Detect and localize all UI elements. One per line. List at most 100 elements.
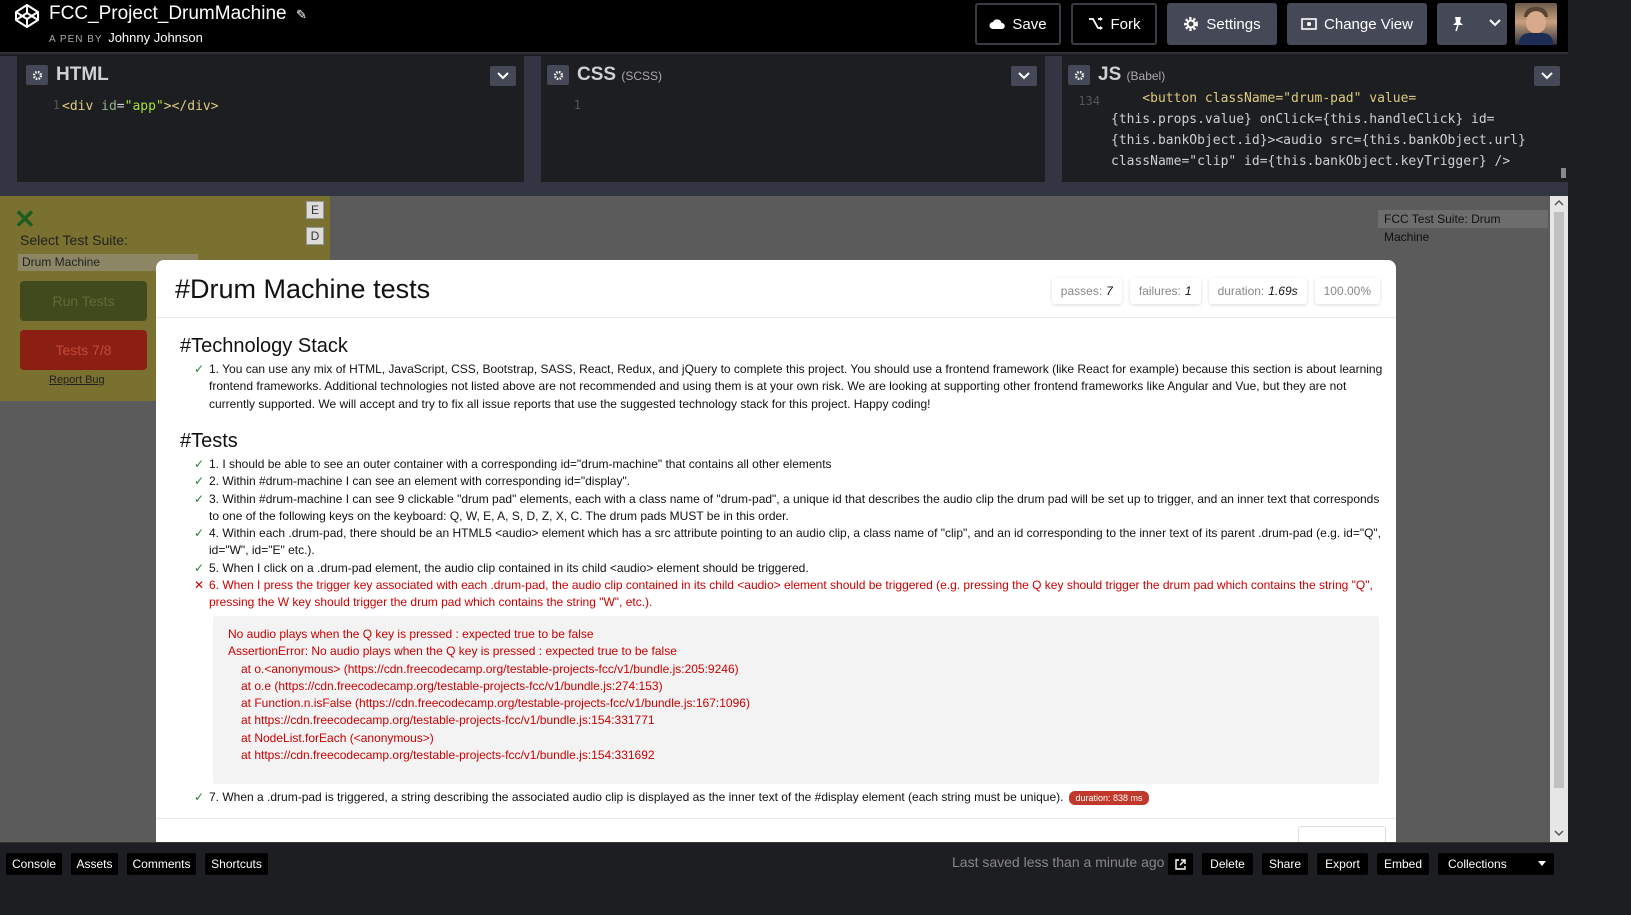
js-code-area[interactable]: 134 <button className="drum-pad" value= {… [1062,91,1568,178]
js-code-line: {this.bankObject.id}><audio src={this.ba… [1111,133,1526,148]
html-collapse-chevron-icon[interactable] [490,66,516,86]
failures-stat[interactable]: failures: 1 [1130,278,1201,304]
preview-resize-bar[interactable] [0,182,1568,196]
fail-x-icon: ✕ [194,578,205,592]
last-saved-status: Last saved less than a minute ago [952,854,1165,870]
css-line-number: 1 [573,98,581,112]
edit-pencil-icon[interactable]: ✎ [296,7,307,23]
drum-pad[interactable]: D [306,227,324,245]
stack-line: at o.e (https://cdn.freecodecamp.org/tes… [241,678,663,693]
js-editor: JS (Babel) 134 <button className="drum-p… [1062,60,1568,180]
test-item[interactable]: ✓ 1. I should be able to see an outer con… [194,456,1384,473]
js-code-line: {this.props.value} onClick={this.handleC… [1111,112,1495,127]
codepen-logo-icon[interactable] [14,3,40,29]
comments-button[interactable]: Comments [127,853,196,875]
chevron-down-icon [1538,861,1546,866]
shortcuts-button[interactable]: Shortcuts [205,853,268,875]
error-message: No audio plays when the Q key is pressed… [228,627,594,641]
report-bug-link[interactable]: Report Bug [49,374,105,386]
html-line-number: 1 [52,98,60,112]
gear-icon [1184,17,1199,31]
pass-check-icon: ✓ [194,492,205,506]
js-line-number: 134 [1078,94,1100,108]
test-item[interactable]: ✓ 4. Within each .drum-pad, there should … [194,525,1384,560]
css-label: CSS (SCSS) [577,64,663,85]
js-collapse-chevron-icon[interactable] [1534,66,1560,86]
html-code-line: <div id="app"></div> [62,99,219,114]
close-panel-icon[interactable]: ✕ [14,204,36,235]
test-item[interactable]: ✓ 5. When I click on a .drum-pad element,… [194,560,1384,577]
settings-button[interactable]: Settings [1167,3,1277,45]
html-code-area[interactable]: 1 <div id="app"></div> [20,92,524,178]
test-item[interactable]: ✓ 7. When a .drum-pad is triggered, a str… [194,789,1384,806]
tests-result-button[interactable]: Tests 7/8 [20,330,147,370]
tests-heading[interactable]: #Tests [180,430,238,453]
html-settings-gear-icon[interactable] [26,65,48,85]
passes-stat[interactable]: passes: 7 [1052,278,1122,304]
editor-resize-handle[interactable] [524,56,541,182]
console-button[interactable]: Console [6,853,62,875]
duration-badge: duration: 838 ms [1069,791,1149,805]
html-editor: HTML 1 <div id="app"></div> [20,60,524,180]
scroll-up-arrow-icon[interactable] [1554,199,1564,207]
collections-dropdown[interactable]: Collections [1438,853,1554,875]
css-collapse-chevron-icon[interactable] [1011,66,1037,86]
fork-button[interactable]: Fork [1071,3,1157,45]
scroll-down-arrow-icon[interactable] [1554,829,1564,837]
mocha-bottom-divider [156,818,1396,819]
save-label: Save [1012,15,1047,33]
scroll-thumb[interactable] [1554,212,1564,788]
save-button[interactable]: Save [975,3,1061,45]
run-tests-button[interactable]: Run Tests [20,281,147,321]
mocha-report-modal: #Drum Machine tests passes: 7 failures: 1 … [156,260,1396,842]
external-link-icon [1175,858,1186,870]
fcc-suite-badge[interactable]: FCC Test Suite: Drum Machine [1378,210,1548,244]
js-scrollbar[interactable] [1561,168,1566,178]
pass-check-icon: ✓ [194,474,205,488]
editor-resize-handle[interactable] [1045,56,1062,182]
css-settings-gear-icon[interactable] [547,65,569,85]
stack-line: at Function.n.isFalse (https://cdn.freec… [241,696,750,711]
change-view-button[interactable]: Change View [1287,3,1427,45]
pass-check-icon: ✓ [194,790,205,804]
js-settings-gear-icon[interactable] [1068,65,1090,85]
embed-button[interactable]: Embed [1377,853,1429,875]
editor-resize-handle[interactable] [0,56,17,182]
fork-icon [1088,17,1103,30]
change-view-label: Change View [1324,15,1413,33]
editors-row: HTML 1 <div id="app"></div> CSS (SCSS) 1 [0,56,1568,182]
pen-title[interactable]: FCC_Project_DrumMachine [49,3,287,25]
pin-button[interactable] [1437,3,1507,45]
tech-stack-heading[interactable]: #Technology Stack [180,335,348,358]
collections-label: Collections [1448,857,1507,871]
mocha-title: #Drum Machine tests [175,274,431,304]
drum-pad[interactable]: E [306,201,324,219]
preview-pane: E D ✕ Select Test Suite: Drum Machine Ru… [0,196,1568,842]
stack-line: at NodeList.forEach (<anonymous>) [241,730,434,745]
css-code-area[interactable]: 1 [541,92,1045,178]
user-avatar[interactable] [1515,3,1557,45]
html-editor-header: HTML [20,60,524,90]
js-label: JS (Babel) [1098,64,1166,85]
preview-scrollbar[interactable] [1550,196,1568,842]
author-name[interactable]: Johnny Johnson [108,30,203,45]
share-button[interactable]: Share [1262,853,1308,875]
test-item[interactable]: ✓ 2. Within #drum-machine I can see an el… [194,473,1384,490]
drum-pads-peek: E D [250,199,328,259]
stack-line: at o.<anonymous> (https://cdn.freecodeca… [241,661,739,676]
pass-check-icon: ✓ [194,526,205,540]
assets-button[interactable]: Assets [71,853,118,875]
chevron-down-icon [1489,19,1501,27]
test-item-failed[interactable]: ✕ 6. When I press the trigger key associa… [194,577,1384,612]
test-item[interactable]: ✓ 3. Within #drum-machine I can see 9 cli… [194,491,1384,526]
js-code-lines: <button className="drum-pad" value= {this… [1111,88,1526,172]
mocha-divider [156,317,1396,318]
test-item[interactable]: ✓ 1. You can use any mix of HTML, JavaSc… [194,361,1384,413]
select-suite-label: Select Test Suite: [20,232,128,248]
footer-bar: Console Assets Comments Shortcuts Last s… [0,842,1568,880]
open-external-button[interactable] [1168,853,1193,875]
export-button[interactable]: Export [1317,853,1368,875]
settings-label: Settings [1206,15,1261,33]
delete-button[interactable]: Delete [1202,853,1253,875]
change-view-icon [1301,18,1317,30]
